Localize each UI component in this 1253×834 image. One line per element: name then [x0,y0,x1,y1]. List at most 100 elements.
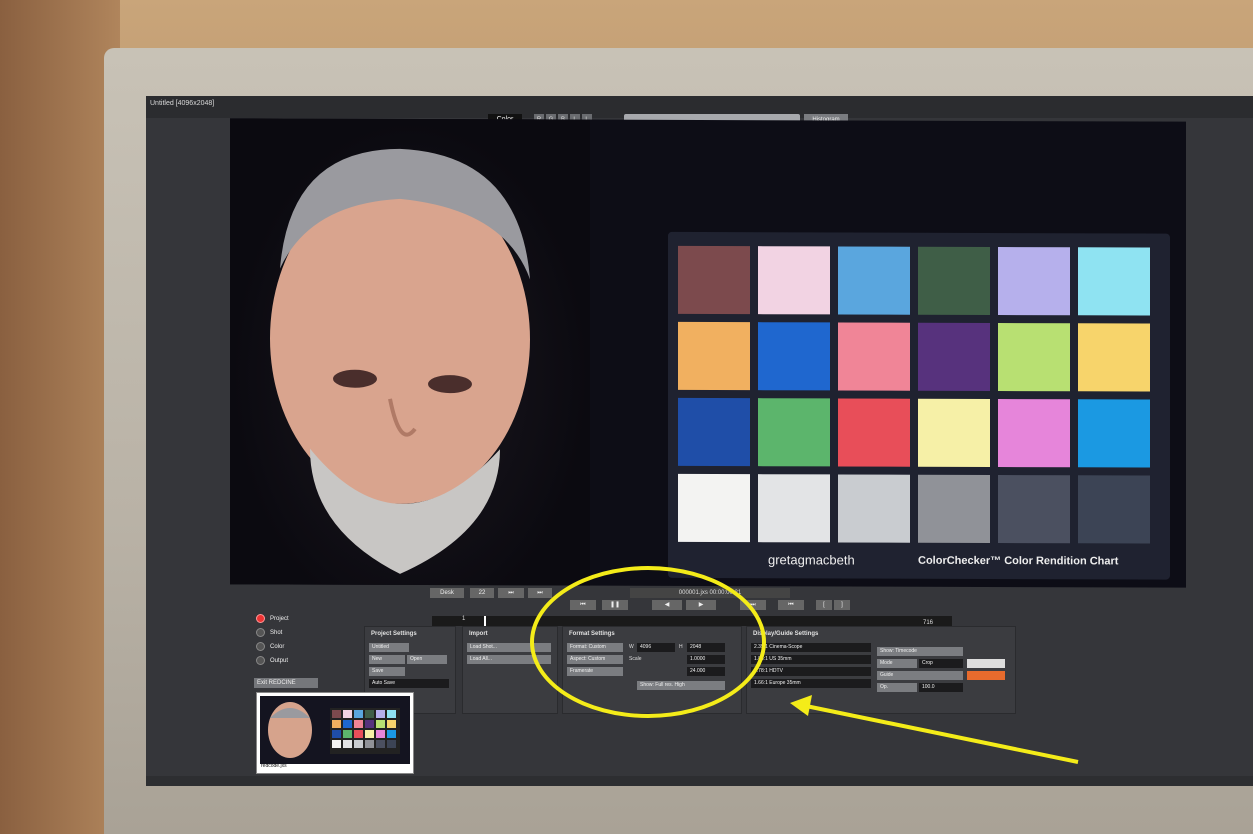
thumbnail-swatch [365,740,374,748]
thumbnail-swatch [354,730,363,738]
color-swatch [998,247,1070,316]
thumbnail-swatch [387,730,396,738]
chart-brand: gretagmacbeth [768,552,855,568]
mode-shot[interactable]: Shot [256,628,336,638]
opacity-field[interactable]: 100.0 [919,683,963,692]
thumbnail-swatch [332,740,341,748]
color-swatch [998,399,1070,468]
thumbnail-picture [268,702,400,758]
thumbnail-swatch [343,730,352,738]
thumbnail-swatch [354,740,363,748]
color-swatch [838,322,910,391]
color-swatch [758,398,830,467]
guide-row-4[interactable]: 1.66:1 Europe 35mm [751,679,871,688]
color-swatch [918,322,990,391]
thumbnail-swatch [365,730,374,738]
project-name-field[interactable]: Untitled [369,643,409,652]
new-button[interactable]: New [369,655,405,664]
thumbnail-swatch [354,720,363,728]
color-swatch [678,397,750,467]
mark-out-icon[interactable]: ] [834,600,850,610]
color-swatch [918,398,990,467]
mode-label: Mode [877,659,917,668]
color-swatch [758,322,830,391]
mode-output[interactable]: Output [256,656,336,666]
shot-thumbnail[interactable]: redcode.jxs [256,692,414,774]
thumbnail-swatch [365,720,374,728]
guide-row-1[interactable]: 2.35:1 Cinema-Scope [751,643,871,652]
skip-end-icon[interactable]: ⏭ [498,588,524,598]
mode-color[interactable]: Color [256,642,336,652]
color-swatch [758,246,830,315]
color-swatch [1078,323,1150,392]
step-back-icon[interactable]: ⏮ [778,600,804,610]
window-title: Untitled [4096x2048] [150,100,215,107]
guide-color-swatch[interactable] [967,671,1005,680]
radio-on-icon [256,614,265,623]
radio-off-icon [256,656,265,665]
color-swatch [838,246,910,315]
color-swatch [918,246,990,315]
step-forward-icon[interactable]: ⏭ [528,588,552,598]
open-button[interactable]: Open [407,655,447,664]
mode-project[interactable]: Project [256,614,336,624]
save-button[interactable]: Save [369,667,405,676]
thumbnail-swatch [387,740,396,748]
desk-button[interactable]: Desk [430,588,464,598]
thumbnail-image [260,696,410,764]
mode-dropdown[interactable]: Crop [919,659,963,668]
guide-row-2[interactable]: 1.85:1 US 35mm [751,655,871,664]
color-swatch [1078,247,1150,316]
guide-label: Guide [877,671,963,680]
thumbnail-swatch [376,720,385,728]
bottom-scrollbar[interactable] [146,776,1253,786]
radio-off-icon [256,628,265,637]
panel-title: Import [469,631,488,637]
thumbnail-swatch [376,730,385,738]
mark-in-icon[interactable]: [ [816,600,832,610]
thumbnail-swatch [332,710,341,718]
speed-field[interactable]: 22 [470,588,494,598]
color-swatch [918,474,990,543]
color-swatch [998,475,1070,544]
exit-button[interactable]: Exit REDCINE [254,678,318,688]
thumbnail-swatch [343,740,352,748]
yellow-highlight-circle [530,566,766,718]
swatch-grid [668,232,1170,544]
show-timecode-dropdown[interactable]: Show: Timecode [877,647,963,656]
color-swatch [838,398,910,467]
auto-save-toggle[interactable]: Auto Save [369,679,449,688]
opacity-label: Op. [877,683,917,692]
wall-background [0,0,120,834]
panel-title: Project Settings [371,631,417,637]
thumbnail-swatch [332,730,341,738]
chart-name: ColorChecker™ Color Rendition Chart [918,554,1119,568]
color-swatch [678,321,750,391]
display-guide-panel: Display/Guide Settings 2.35:1 Cinema-Sco… [746,626,1016,714]
thumbnail-swatch [365,710,374,718]
thumbnail-swatch [354,710,363,718]
guide-row-3[interactable]: 1.78:1 HDTV [751,667,871,676]
color-swatch [678,473,750,543]
mode-color-swatch[interactable] [967,659,1005,668]
thumbnail-swatch [376,740,385,748]
frame-start: 1 [462,616,466,622]
color-swatch [1078,399,1150,468]
thumbnail-swatch [376,710,385,718]
thumbnail-swatch [387,710,396,718]
color-checker-chart: gretagmacbeth ColorChecker™ Color Rendit… [668,231,1170,580]
thumbnail-swatch [332,720,341,728]
portrait-image [270,148,530,574]
color-swatch [758,474,830,543]
color-swatch [1078,475,1150,544]
image-viewer[interactable]: gretagmacbeth ColorChecker™ Color Rendit… [230,118,1186,588]
color-swatch [678,245,750,315]
thumbnail-swatch [343,710,352,718]
thumbnail-swatch [343,720,352,728]
thumbnail-swatch [387,720,396,728]
radio-off-icon [256,642,265,651]
color-swatch [838,474,910,543]
playhead[interactable] [484,616,486,626]
color-swatch [998,323,1070,392]
thumbnail-label: redcode.jxs [261,763,287,769]
